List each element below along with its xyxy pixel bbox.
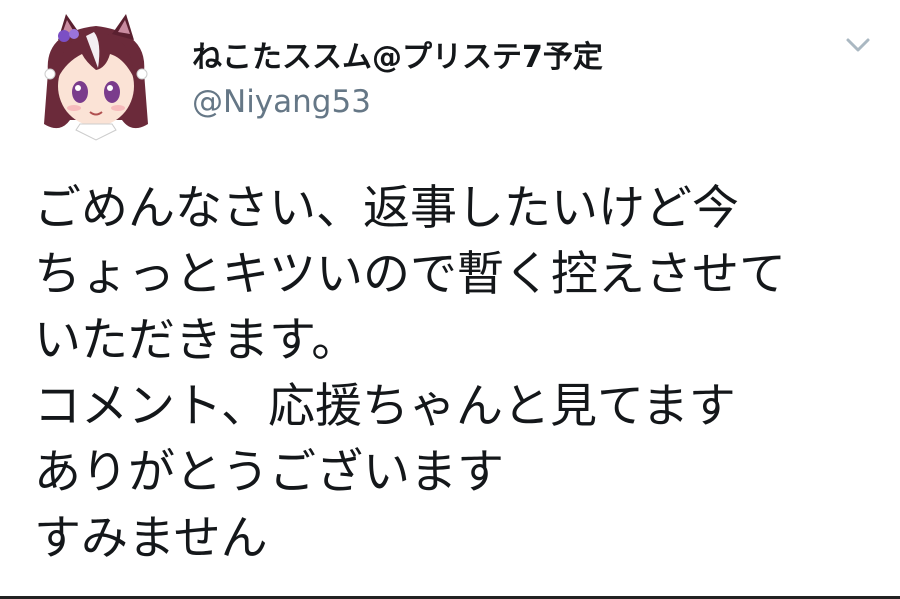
tweet-card: ねこたススム@プリステ7予定 @Niyang53 ごめんなさい、返事したいけど今… bbox=[0, 0, 900, 599]
tweet-text-line: いただきます。 bbox=[34, 313, 359, 368]
tweet-text-line: コメント、応援ちゃんと見てます bbox=[34, 379, 736, 434]
tweet-text: ごめんなさい、返事したいけど今 ちょっとキツいので暫く控えさせて いただきます。… bbox=[34, 176, 884, 572]
tweet-text-line: ありがとうございます bbox=[34, 445, 504, 500]
tweet-text-line: すみません bbox=[34, 511, 268, 566]
author-display-name[interactable]: ねこたススム@プリステ7予定 bbox=[192, 32, 603, 76]
chevron-down-icon[interactable] bbox=[842, 32, 874, 58]
tweet-text-line: ちょっとキツいので暫く控えさせて bbox=[34, 247, 786, 302]
author-handle[interactable]: @Niyang53 bbox=[192, 84, 371, 120]
tweet-text-line: ごめんなさい、返事したいけど今 bbox=[34, 181, 739, 236]
anime-girl-avatar-icon bbox=[44, 14, 148, 141]
avatar[interactable] bbox=[36, 12, 156, 142]
